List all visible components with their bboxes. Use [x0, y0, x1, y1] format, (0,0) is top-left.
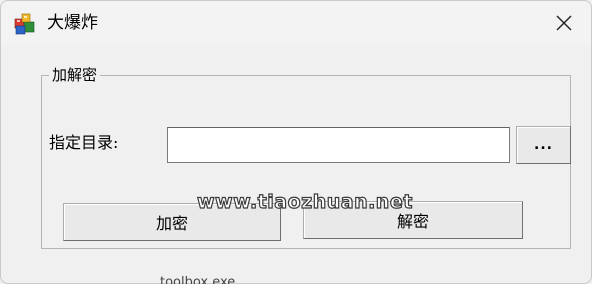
- app-cube-icon: [13, 11, 37, 35]
- window-title: 大爆炸: [47, 13, 98, 33]
- decrypt-button[interactable]: 解密: [303, 201, 523, 239]
- directory-label: 指定目录:: [49, 133, 119, 152]
- group-legend: 加解密: [49, 65, 101, 85]
- encrypt-button[interactable]: 加密: [63, 203, 281, 241]
- app-window: 大爆炸 加解密 指定目录: ... 加密 解密 www.tiaozhuan.ne…: [0, 0, 592, 284]
- close-icon: [556, 15, 572, 31]
- browse-button[interactable]: ...: [516, 126, 571, 164]
- close-button[interactable]: [551, 10, 577, 36]
- background-window-text: toolbox.exe: [160, 276, 236, 284]
- title-bar[interactable]: 大爆炸: [1, 1, 591, 45]
- directory-input[interactable]: [167, 127, 510, 163]
